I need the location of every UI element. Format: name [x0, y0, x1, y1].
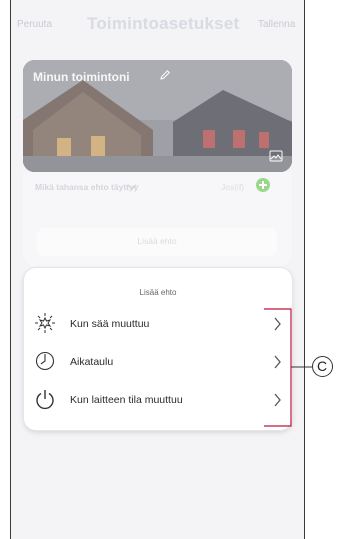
- callout-c-badge: C: [312, 356, 333, 377]
- screenshot-stage: Peruuta Toimintoasetukset Tallenna Minun…: [0, 0, 337, 539]
- callout-bracket: [264, 308, 312, 427]
- callout-label: C: [316, 358, 328, 374]
